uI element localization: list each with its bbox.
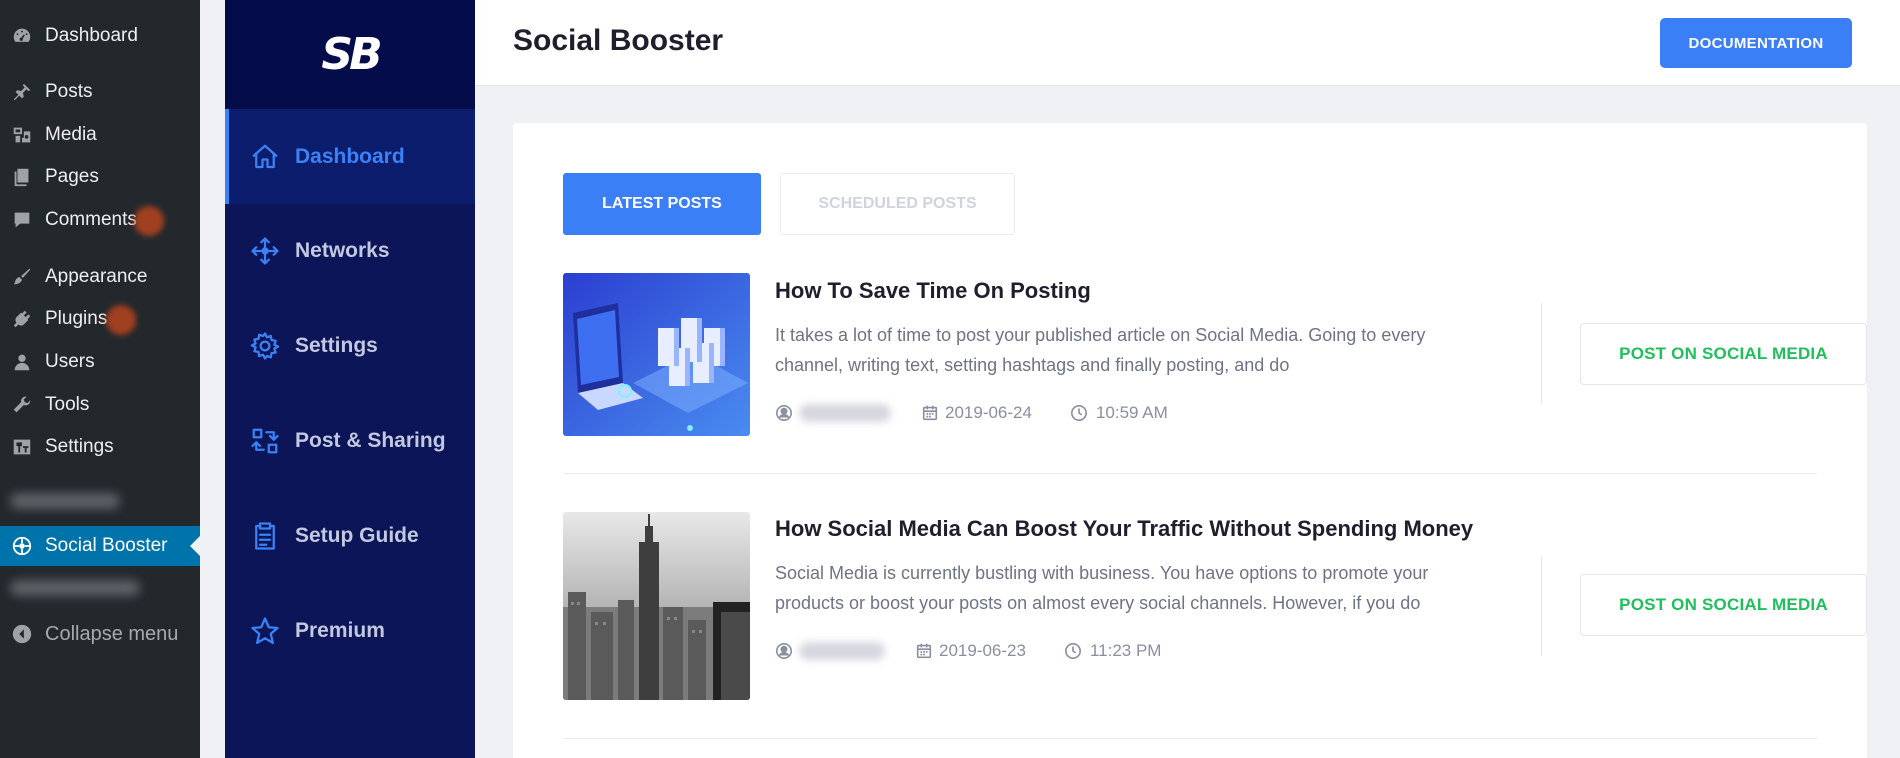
plugin-nav-label: Networks bbox=[295, 238, 390, 262]
media-icon bbox=[10, 123, 34, 147]
plugin-nav-label: Premium bbox=[295, 618, 385, 642]
plug-icon bbox=[10, 307, 34, 331]
post-time: 10:59 AM bbox=[1095, 403, 1168, 422]
post-date: 2019-06-24 bbox=[945, 403, 1032, 422]
author-name-blurred bbox=[799, 642, 885, 660]
wp-menu-dashboard[interactable]: Dashboard bbox=[0, 16, 200, 56]
clock-icon bbox=[1064, 642, 1082, 660]
post-thumbnail[interactable] bbox=[563, 512, 750, 700]
plugin-logo-area: SB bbox=[225, 0, 475, 109]
calendar-icon bbox=[915, 642, 933, 660]
paintbrush-icon bbox=[10, 265, 34, 289]
star-icon bbox=[249, 615, 281, 647]
plugin-logo[interactable]: SB bbox=[321, 29, 382, 80]
wp-menu-label: Comments bbox=[45, 209, 137, 230]
plugins-count-badge bbox=[106, 305, 136, 335]
comments-count-badge bbox=[134, 206, 164, 236]
wp-menu-label: Users bbox=[45, 351, 95, 372]
wp-menu-label: Appearance bbox=[45, 266, 148, 287]
page-header: Social Booster DOCUMENTATION bbox=[475, 0, 1900, 86]
author-name-blurred bbox=[799, 404, 891, 422]
post-meta: 2019-06-24 10:59 AM bbox=[775, 403, 1168, 423]
user-icon bbox=[10, 350, 34, 374]
plugin-nav-label: Dashboard bbox=[295, 144, 405, 168]
move-arrows-icon bbox=[249, 235, 281, 267]
wp-admin-sidebar: Dashboard Posts Media Pages Comments App… bbox=[0, 0, 200, 758]
documentation-button[interactable]: DOCUMENTATION bbox=[1660, 18, 1852, 68]
tab-scheduled-posts[interactable]: SCHEDULED POSTS bbox=[780, 173, 1015, 235]
post-divider bbox=[1541, 303, 1542, 403]
wp-menu-label: Posts bbox=[45, 81, 93, 102]
wrench-icon bbox=[10, 393, 34, 417]
post-separator bbox=[563, 473, 1817, 474]
plugin-nav-dashboard[interactable]: Dashboard bbox=[225, 109, 475, 204]
post-item: How Social Media Can Boost Your Traffic … bbox=[563, 512, 1867, 742]
plugin-nav-networks[interactable]: Networks bbox=[225, 203, 475, 298]
wp-menu-label: Settings bbox=[45, 436, 114, 457]
plugin-nav-settings[interactable]: Settings bbox=[225, 298, 475, 393]
plugin-nav-post-sharing[interactable]: Post & Sharing bbox=[225, 393, 475, 488]
post-item: How To Save Time On Posting It takes a l… bbox=[563, 273, 1867, 474]
wp-menu-label: Plugins bbox=[45, 308, 108, 329]
author-icon bbox=[775, 642, 793, 660]
share-arrows-icon bbox=[249, 425, 281, 457]
social-booster-icon bbox=[10, 534, 34, 558]
author-icon bbox=[775, 404, 793, 422]
clipboard-icon bbox=[249, 520, 281, 552]
wp-menu-label: Pages bbox=[45, 166, 99, 187]
wp-menu-appearance[interactable]: Appearance bbox=[0, 257, 200, 297]
collapse-menu-label: Collapse menu bbox=[45, 622, 179, 645]
wp-menu-media[interactable]: Media bbox=[0, 115, 200, 155]
post-time: 11:23 PM bbox=[1089, 641, 1162, 660]
wp-menu-label: Media bbox=[45, 124, 97, 145]
comment-icon bbox=[10, 208, 34, 232]
wp-menu-label: Dashboard bbox=[45, 25, 138, 46]
plugin-nav-label: Post & Sharing bbox=[295, 428, 446, 452]
post-thumbnail[interactable] bbox=[563, 273, 750, 436]
dashboard-icon bbox=[10, 24, 34, 48]
server-laptop-illustration bbox=[563, 273, 750, 436]
post-excerpt: It takes a lot of time to post your publ… bbox=[775, 325, 1426, 375]
wp-menu-users[interactable]: Users bbox=[0, 342, 200, 382]
wp-menu-label: Social Booster bbox=[45, 535, 168, 556]
post-date: 2019-06-23 bbox=[939, 641, 1026, 660]
wp-menu-label: Tools bbox=[45, 394, 90, 415]
post-title[interactable]: How Social Media Can Boost Your Traffic … bbox=[775, 516, 1473, 542]
calendar-icon bbox=[921, 404, 939, 422]
post-title[interactable]: How To Save Time On Posting bbox=[775, 278, 1091, 304]
home-icon bbox=[249, 141, 281, 173]
posts-card: LATEST POSTS SCHEDULED POSTS How To Save… bbox=[513, 123, 1867, 758]
post-on-social-media-button[interactable]: POST ON SOCIAL MEDIA bbox=[1580, 323, 1867, 385]
post-meta: 2019-06-23 11:23 PM bbox=[775, 641, 1161, 661]
wp-menu-social-booster[interactable]: Social Booster bbox=[0, 526, 200, 566]
post-excerpt: Social Media is currently bustling with … bbox=[775, 563, 1429, 613]
plugin-nav-label: Settings bbox=[295, 333, 378, 357]
post-divider bbox=[1541, 556, 1542, 656]
post-on-social-media-button[interactable]: POST ON SOCIAL MEDIA bbox=[1580, 574, 1867, 636]
tab-latest-posts[interactable]: LATEST POSTS bbox=[563, 173, 761, 235]
pushpin-icon bbox=[10, 80, 34, 104]
wp-menu-posts[interactable]: Posts bbox=[0, 72, 200, 112]
plugin-nav-setup-guide[interactable]: Setup Guide bbox=[225, 488, 475, 583]
gear-icon bbox=[249, 330, 281, 362]
plugin-sidebar: SB Dashboard Networks Settings Post & Sh… bbox=[225, 0, 475, 758]
wp-menu-comments[interactable]: Comments bbox=[0, 200, 200, 240]
blurred-menu-item[interactable] bbox=[10, 493, 120, 509]
plugin-nav-premium[interactable]: Premium bbox=[225, 583, 475, 678]
post-separator bbox=[563, 738, 1817, 739]
wp-menu-tools[interactable]: Tools bbox=[0, 385, 200, 425]
sliders-icon bbox=[10, 435, 34, 459]
collapse-arrow-icon bbox=[10, 622, 34, 646]
plugin-nav-label: Setup Guide bbox=[295, 523, 419, 547]
collapse-menu-button[interactable]: Collapse menu bbox=[0, 614, 200, 654]
wp-menu-pages[interactable]: Pages bbox=[0, 157, 200, 197]
wp-menu-settings[interactable]: Settings bbox=[0, 427, 200, 467]
page-title: Social Booster bbox=[513, 24, 724, 57]
clock-icon bbox=[1070, 404, 1088, 422]
pages-icon bbox=[10, 165, 34, 189]
wp-menu-plugins[interactable]: Plugins bbox=[0, 299, 200, 339]
city-skyline-photo bbox=[563, 512, 750, 700]
blurred-menu-item[interactable] bbox=[10, 580, 140, 596]
